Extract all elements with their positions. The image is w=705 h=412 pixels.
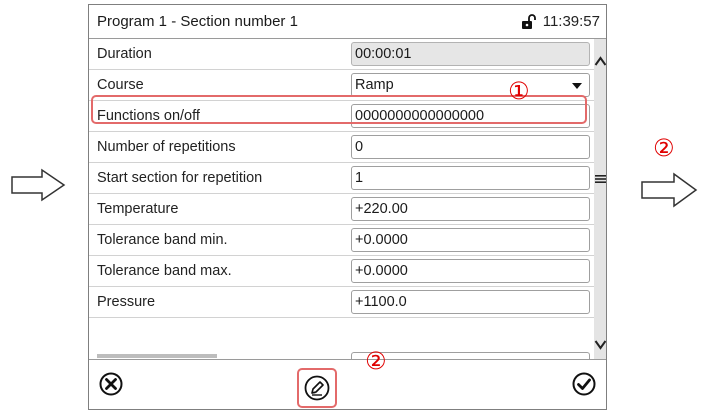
pressure-field[interactable]: +1100.0	[351, 290, 590, 314]
row-duration: Duration 00:00:01	[89, 39, 594, 70]
chevron-down-icon	[572, 83, 582, 89]
title-bar: Program 1 - Section number 1 11:39:57	[89, 5, 606, 39]
start-section-field[interactable]: 1	[351, 166, 590, 190]
row-pressure: Pressure +1100.0	[89, 287, 594, 318]
clock: 11:39:57	[521, 13, 600, 30]
row-repetitions: Number of repetitions 0	[89, 132, 594, 163]
check-circle-icon[interactable]	[572, 372, 596, 396]
row-label: Pressure	[97, 294, 156, 310]
window-title: Program 1 - Section number 1	[97, 13, 298, 30]
step-marker-2-right: ②	[653, 134, 675, 162]
scroll-up-button[interactable]	[594, 51, 606, 71]
row-functions: Functions on/off 0000000000000000	[89, 101, 594, 132]
temperature-field[interactable]: +220.00	[351, 197, 590, 221]
chevron-down-icon	[594, 340, 606, 350]
scroll-menu-button[interactable]	[594, 171, 606, 187]
clipped-row-label	[97, 354, 217, 358]
edit-pencil-icon	[304, 375, 330, 401]
row-label: Course	[97, 77, 144, 93]
time-display: 11:39:57	[542, 13, 600, 30]
row-partial	[89, 318, 594, 359]
lock-icon	[521, 13, 536, 29]
duration-field: 00:00:01	[351, 42, 590, 66]
course-value: Ramp	[355, 77, 394, 93]
row-temperature: Temperature +220.00	[89, 194, 594, 225]
row-tolerance-min: Tolerance band min. +0.0000	[89, 225, 594, 256]
edit-button[interactable]	[297, 368, 337, 408]
step-marker-1: ①	[508, 77, 530, 105]
row-start-section: Start section for repetition 1	[89, 163, 594, 194]
chevron-up-icon	[594, 56, 606, 66]
menu-icon	[595, 175, 606, 183]
tolerance-max-field[interactable]: +0.0000	[351, 259, 590, 283]
left-arrow-icon	[11, 168, 66, 202]
row-label: Tolerance band min.	[97, 232, 228, 248]
row-label: Functions on/off	[97, 108, 200, 124]
program-editor-window: Program 1 - Section number 1 11:39:57 Du…	[88, 4, 607, 410]
row-label: Tolerance band max.	[97, 263, 232, 279]
row-label: Duration	[97, 46, 152, 62]
row-tolerance-max: Tolerance band max. +0.0000	[89, 256, 594, 287]
scrollbar[interactable]	[594, 39, 606, 359]
clipped-row-field	[351, 352, 590, 359]
step-marker-2-edit: ②	[365, 347, 387, 375]
functions-field[interactable]: 0000000000000000	[351, 104, 590, 128]
course-dropdown[interactable]: Ramp	[351, 73, 590, 97]
repetitions-field[interactable]: 0	[351, 135, 590, 159]
scroll-down-button[interactable]	[594, 335, 606, 355]
right-arrow-icon	[641, 172, 698, 208]
row-label: Number of repetitions	[97, 139, 236, 155]
row-label: Start section for repetition	[97, 170, 263, 186]
bottom-toolbar	[89, 359, 606, 409]
tolerance-min-field[interactable]: +0.0000	[351, 228, 590, 252]
row-label: Temperature	[97, 201, 179, 217]
close-circle-icon[interactable]	[99, 372, 123, 396]
